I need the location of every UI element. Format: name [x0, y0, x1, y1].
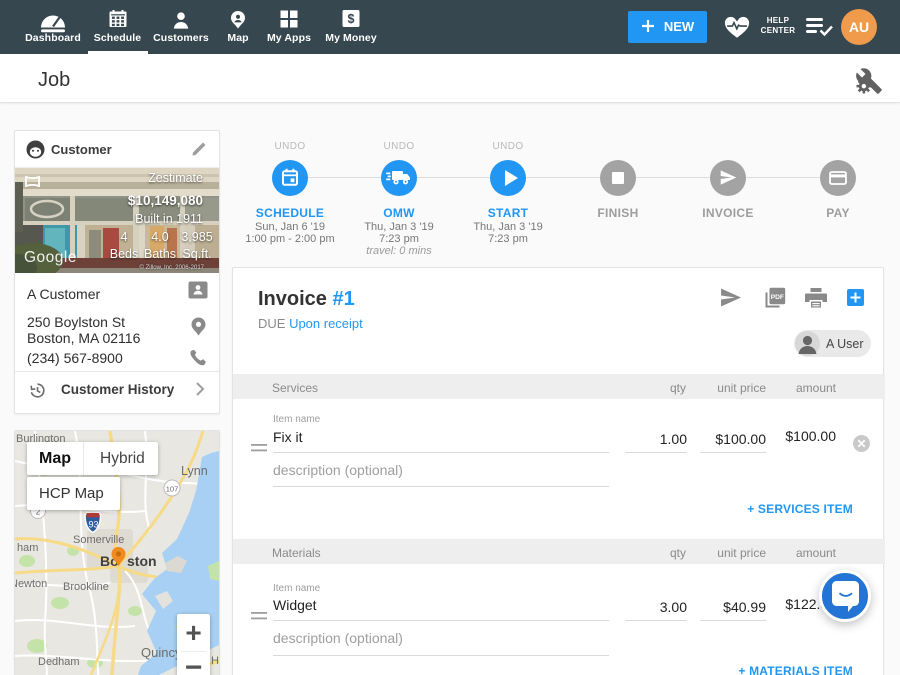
svg-text:PDF: PDF [771, 294, 784, 301]
svg-text:Quincy: Quincy [141, 645, 182, 660]
svg-text:Dedham: Dedham [38, 656, 80, 668]
svg-text:Brookline: Brookline [63, 581, 109, 593]
svg-text:107: 107 [166, 485, 179, 494]
svg-text:ham: ham [17, 542, 38, 554]
svg-text:Newton: Newton [15, 578, 47, 590]
svg-text:93: 93 [88, 520, 98, 530]
svg-text:Lynn: Lynn [181, 464, 208, 478]
svg-text:Hi: Hi [211, 655, 219, 667]
svg-text:ston: ston [127, 553, 157, 569]
svg-text:$: $ [348, 12, 355, 26]
svg-text:Somerville: Somerville [73, 534, 124, 546]
